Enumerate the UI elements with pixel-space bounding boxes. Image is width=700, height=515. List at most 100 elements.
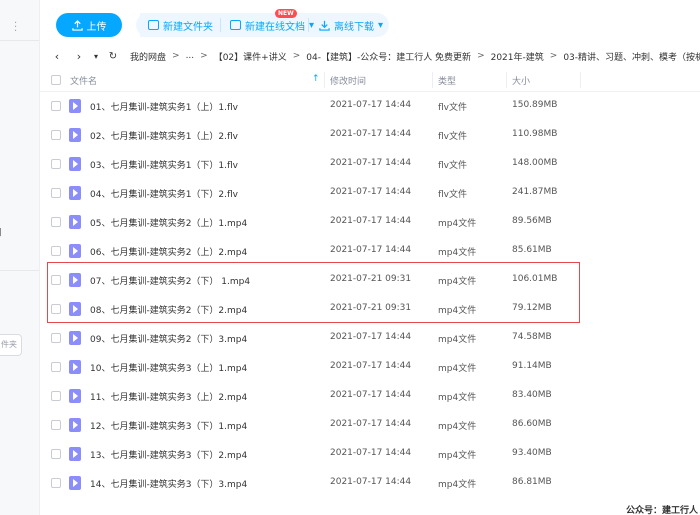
file-type: mp4文件 xyxy=(438,248,477,258)
file-type: mp4文件 xyxy=(438,393,477,403)
file-name[interactable]: 08、七月集训-建筑实务2（下）2.mp4 xyxy=(90,303,247,316)
column-header-type[interactable]: 类型 xyxy=(438,74,456,87)
file-type: mp4文件 xyxy=(438,480,477,490)
file-type: mp4文件 xyxy=(438,451,477,461)
row-checkbox[interactable] xyxy=(51,362,61,372)
breadcrumb-item-current[interactable]: 03-精讲、习题、冲刺、模考（按机构 xyxy=(563,50,700,63)
file-modified: 2021-07-17 14:44 xyxy=(330,390,412,400)
file-name[interactable]: 07、七月集训-建筑实务2（下） 1.mp4 xyxy=(90,274,250,287)
file-row[interactable]: 04、七月集训-建筑实务1（下）2.flv 2021-07-17 14:44 flv… xyxy=(40,179,700,208)
file-row[interactable]: 03、七月集训-建筑实务1（下）1.flv 2021-07-17 14:44 flv… xyxy=(40,150,700,179)
left-divider xyxy=(0,270,39,271)
row-checkbox[interactable] xyxy=(51,246,61,256)
file-size: 110.98MB xyxy=(512,129,558,139)
file-name[interactable]: 01、七月集训-建筑实务1（上）1.flv xyxy=(90,100,238,113)
refresh-icon[interactable]: ↻ xyxy=(102,51,124,62)
file-modified: 2021-07-17 14:44 xyxy=(330,419,412,429)
file-size: 91.14MB xyxy=(512,361,552,371)
row-checkbox[interactable] xyxy=(51,391,61,401)
breadcrumb-separator: > xyxy=(477,51,485,61)
breadcrumb-item[interactable]: ... xyxy=(186,51,195,61)
file-name[interactable]: 06、七月集训-建筑实务2（上）2.mp4 xyxy=(90,245,247,258)
left-fragment: ] xyxy=(0,228,2,238)
row-checkbox[interactable] xyxy=(51,478,61,488)
offline-download-button[interactable]: 离线下载 ▾ xyxy=(311,13,391,37)
file-row[interactable]: 08、七月集训-建筑实务2（下）2.mp4 2021-07-21 09:31 mp4… xyxy=(40,295,700,324)
select-all-checkbox[interactable] xyxy=(51,75,61,85)
video-file-icon xyxy=(69,244,81,258)
offline-download-label: 离线下载 xyxy=(334,21,374,33)
row-checkbox[interactable] xyxy=(51,449,61,459)
file-size: 106.01MB xyxy=(512,274,558,284)
column-divider xyxy=(432,72,433,88)
file-row[interactable]: 11、七月集训-建筑实务3（上）2.mp4 2021-07-17 14:44 mp4… xyxy=(40,382,700,411)
row-checkbox[interactable] xyxy=(51,304,61,314)
row-checkbox[interactable] xyxy=(51,420,61,430)
file-row[interactable]: 13、七月集训-建筑实务3（下）2.mp4 2021-07-17 14:44 mp4… xyxy=(40,440,700,469)
history-dropdown-icon[interactable]: ▾ xyxy=(90,52,102,61)
sort-arrow-icon[interactable]: ↑ xyxy=(312,74,320,84)
file-name[interactable]: 03、七月集训-建筑实务1（下）1.flv xyxy=(90,158,238,171)
file-row[interactable]: 05、七月集训-建筑实务2（上）1.mp4 2021-07-17 14:44 mp4… xyxy=(40,208,700,237)
row-checkbox[interactable] xyxy=(51,159,61,169)
row-checkbox[interactable] xyxy=(51,333,61,343)
breadcrumb-separator: > xyxy=(200,51,208,61)
file-row[interactable]: 06、七月集训-建筑实务2（上）2.mp4 2021-07-17 14:44 mp4… xyxy=(40,237,700,266)
file-type: mp4文件 xyxy=(438,364,477,374)
file-modified: 2021-07-17 14:44 xyxy=(330,477,412,487)
file-size: 79.12MB xyxy=(512,303,552,313)
column-header-modified[interactable]: 修改时间 xyxy=(330,74,366,87)
breadcrumb-item[interactable]: 【02】课件+讲义 xyxy=(214,50,287,63)
file-modified: 2021-07-17 14:44 xyxy=(330,100,412,110)
row-checkbox[interactable] xyxy=(51,101,61,111)
row-checkbox[interactable] xyxy=(51,217,61,227)
row-checkbox[interactable] xyxy=(51,188,61,198)
file-row[interactable]: 10、七月集训-建筑实务3（上）1.mp4 2021-07-17 14:44 mp4… xyxy=(40,353,700,382)
breadcrumb-item[interactable]: 2021年-建筑 xyxy=(491,50,544,63)
file-type: flv文件 xyxy=(438,161,467,171)
file-modified: 2021-07-21 09:31 xyxy=(330,274,412,284)
upload-button[interactable]: 上传 xyxy=(56,13,122,37)
left-divider xyxy=(0,40,39,41)
file-name[interactable]: 02、七月集训-建筑实务1（上）2.flv xyxy=(90,129,238,142)
file-row[interactable]: 09、七月集训-建筑实务2（下）3.mp4 2021-07-17 14:44 mp4… xyxy=(40,324,700,353)
file-row[interactable]: 01、七月集训-建筑实务1（上）1.flv 2021-07-17 14:44 flv… xyxy=(40,92,700,121)
file-row[interactable]: 14、七月集训-建筑实务3（下）3.mp4 2021-07-17 14:44 mp4… xyxy=(40,469,700,498)
column-header-size[interactable]: 大小 xyxy=(512,74,530,87)
new-folder-button[interactable]: 新建文件夹 xyxy=(140,13,221,37)
breadcrumb-item[interactable]: 04-【建筑】-公众号：建工行人 免费更新 xyxy=(306,50,471,63)
more-icon[interactable]: · · · xyxy=(14,19,17,37)
video-file-icon xyxy=(69,273,81,287)
file-name[interactable]: 04、七月集训-建筑实务1（下）2.flv xyxy=(90,187,238,200)
column-header-name[interactable]: 文件名 xyxy=(70,74,97,87)
toolbar: 上传 新建文件夹 新建在线文档 ▾ NEW 离线下载 ▾ xyxy=(40,0,700,40)
new-badge: NEW xyxy=(275,9,297,18)
file-name[interactable]: 14、七月集训-建筑实务3（下）3.mp4 xyxy=(90,477,247,490)
file-modified: 2021-07-17 14:44 xyxy=(330,158,412,168)
row-checkbox[interactable] xyxy=(51,130,61,140)
file-name[interactable]: 10、七月集训-建筑实务3（上）1.mp4 xyxy=(90,361,247,374)
video-file-icon xyxy=(69,360,81,374)
forward-icon[interactable]: › xyxy=(68,50,90,63)
new-folder-side-button[interactable]: 件夹 xyxy=(0,334,22,356)
file-size: 148.00MB xyxy=(512,158,558,168)
file-name[interactable]: 09、七月集训-建筑实务2（下）3.mp4 xyxy=(90,332,247,345)
video-file-icon xyxy=(69,447,81,461)
column-divider xyxy=(580,72,581,88)
file-name[interactable]: 11、七月集训-建筑实务3（上）2.mp4 xyxy=(90,390,247,403)
watermark-text: 公众号：建工行人 xyxy=(626,506,699,515)
file-row[interactable]: 02、七月集训-建筑实务1（上）2.flv 2021-07-17 14:44 flv… xyxy=(40,121,700,150)
row-checkbox[interactable] xyxy=(51,275,61,285)
video-file-icon xyxy=(69,99,81,113)
file-name[interactable]: 12、七月集训-建筑实务3（下）1.mp4 xyxy=(90,419,247,432)
file-size: 93.40MB xyxy=(512,448,552,458)
back-icon[interactable]: ‹ xyxy=(46,50,68,63)
file-size: 86.60MB xyxy=(512,419,552,429)
file-size: 74.58MB xyxy=(512,332,552,342)
breadcrumb-separator: > xyxy=(292,51,301,61)
file-name[interactable]: 05、七月集训-建筑实务2（上）1.mp4 xyxy=(90,216,247,229)
file-name[interactable]: 13、七月集训-建筑实务3（下）2.mp4 xyxy=(90,448,247,461)
file-row[interactable]: 12、七月集训-建筑实务3（下）1.mp4 2021-07-17 14:44 mp4… xyxy=(40,411,700,440)
breadcrumb-item[interactable]: 我的网盘 xyxy=(130,50,166,63)
file-row[interactable]: 07、七月集训-建筑实务2（下） 1.mp4 2021-07-21 09:31 mp… xyxy=(40,266,700,295)
